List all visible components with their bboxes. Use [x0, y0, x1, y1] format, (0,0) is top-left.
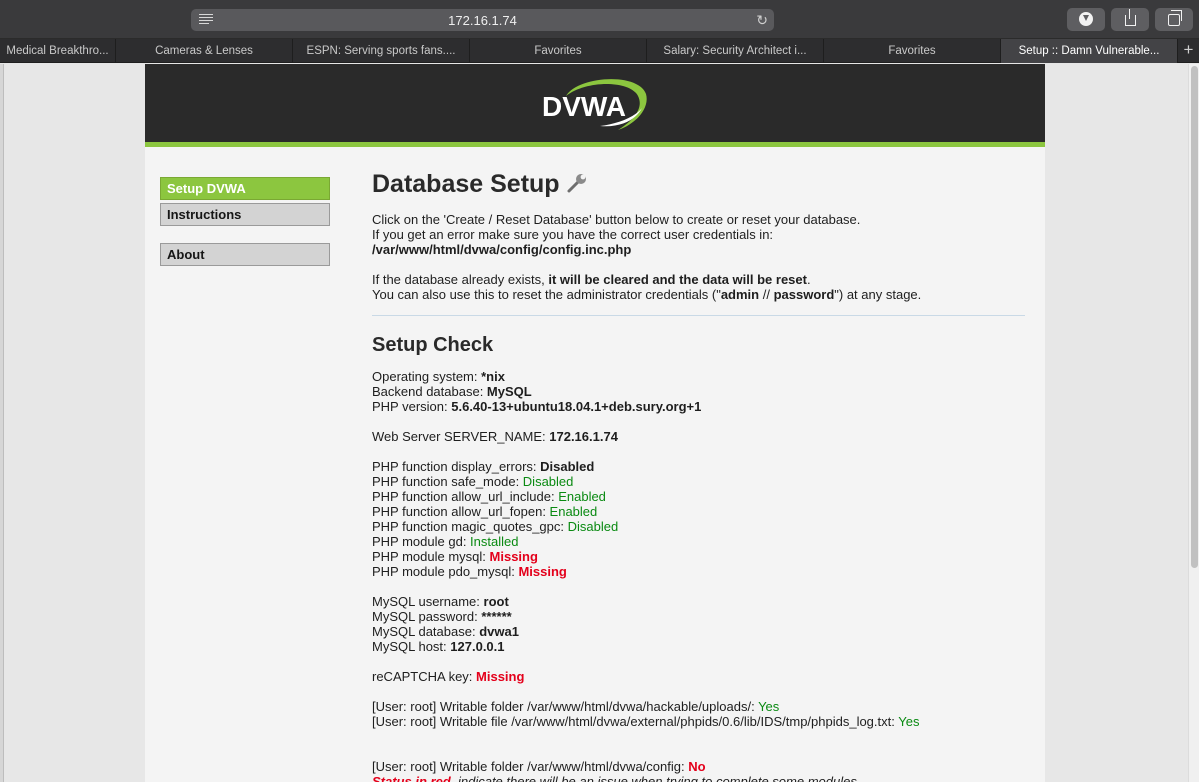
- check-display-errors: PHP function display_errors: Disabled: [372, 459, 595, 474]
- wrench-icon: [567, 174, 586, 193]
- tab-salary[interactable]: Salary: Security Architect i...: [647, 39, 824, 63]
- page-scrollbar[interactable]: [1188, 64, 1199, 782]
- check-phpids-writable: [User: root] Writable file /var/www/html…: [372, 714, 920, 729]
- check-module-gd: PHP module gd: Installed: [372, 534, 519, 549]
- share-button[interactable]: [1111, 8, 1149, 31]
- tab-favorites-1[interactable]: Favorites: [470, 39, 647, 63]
- check-safe-mode: PHP function safe_mode: Disabled: [372, 474, 574, 489]
- tab-overview-icon: [1168, 10, 1182, 26]
- check-url-include: PHP function allow_url_include: Enabled: [372, 489, 606, 504]
- menu-setup-dvwa[interactable]: Setup DVWA: [160, 177, 330, 200]
- check-mysql-password: MySQL password: ******: [372, 609, 512, 624]
- page-viewport: DVWA Setup DVWA Instructions About Datab…: [0, 64, 1199, 782]
- new-tab-button[interactable]: +: [1178, 39, 1199, 63]
- menu-about[interactable]: About: [160, 243, 330, 266]
- tab-overview-button[interactable]: [1155, 8, 1193, 31]
- download-icon: [1079, 12, 1093, 26]
- intro-text: Click on the 'Create / Reset Database' b…: [372, 212, 861, 227]
- check-url-fopen: PHP function allow_url_fopen: Enabled: [372, 504, 598, 519]
- url-text[interactable]: 172.16.1.74: [191, 13, 774, 28]
- check-server-name: Web Server SERVER_NAME: 172.16.1.74: [372, 429, 618, 444]
- main-content: Database Setup Click on the 'Create / Re…: [372, 169, 1025, 782]
- menu-instructions[interactable]: Instructions: [160, 203, 330, 226]
- site-header: DVWA: [145, 64, 1045, 147]
- check-backend-db: Backend database: MySQL: [372, 384, 532, 399]
- dvwa-container: DVWA Setup DVWA Instructions About Datab…: [145, 64, 1045, 782]
- check-php-version: PHP version: 5.6.40-13+ubuntu18.04.1+deb…: [372, 399, 702, 414]
- svg-text:DVWA: DVWA: [542, 91, 626, 122]
- download-button[interactable]: [1067, 8, 1105, 31]
- dvwa-logo: DVWA: [542, 79, 647, 130]
- check-module-mysql: PHP module mysql: Missing: [372, 549, 538, 564]
- check-uploads-writable: [User: root] Writable folder /var/www/ht…: [372, 699, 780, 714]
- check-mysql-database: MySQL database: dvwa1: [372, 624, 519, 639]
- sidebar-edge: [0, 64, 4, 782]
- setup-check-title: Setup Check: [372, 334, 494, 356]
- tab-favorites-2[interactable]: Favorites: [824, 39, 1001, 63]
- browser-toolbar: 172.16.1.74 ↻: [0, 0, 1199, 39]
- intro-error-text: If you get an error make sure you have t…: [372, 227, 774, 242]
- tab-medical[interactable]: Medical Breakthro...: [0, 39, 116, 63]
- check-magic-quotes: PHP function magic_quotes_gpc: Disabled: [372, 519, 619, 534]
- side-menu: Setup DVWA Instructions About: [160, 177, 330, 266]
- reload-icon[interactable]: ↻: [756, 12, 768, 29]
- db-exists-note: If the database already exists, it will …: [372, 272, 811, 287]
- tab-cameras[interactable]: Cameras & Lenses: [116, 39, 293, 63]
- check-module-pdo-mysql: PHP module pdo_mysql: Missing: [372, 564, 567, 579]
- config-path: /var/www/html/dvwa/config/config.inc.php: [372, 242, 632, 257]
- tab-espn[interactable]: ESPN: Serving sports fans....: [293, 39, 470, 63]
- check-config-writable: [User: root] Writable folder /var/www/ht…: [372, 759, 706, 774]
- tab-dvwa-setup[interactable]: Setup :: Damn Vulnerable...: [1001, 39, 1178, 63]
- check-mysql-host: MySQL host: 127.0.0.1: [372, 639, 505, 654]
- check-recaptcha: reCAPTCHA key: Missing: [372, 669, 525, 684]
- check-mysql-username: MySQL username: root: [372, 594, 509, 609]
- share-icon: [1124, 9, 1136, 26]
- address-bar[interactable]: 172.16.1.74 ↻: [191, 9, 774, 31]
- divider: [372, 315, 1025, 316]
- status-note: Status in red, indicate there will be an…: [372, 774, 861, 782]
- check-os: Operating system: *nix: [372, 369, 505, 384]
- page-title: Database Setup: [372, 169, 1025, 199]
- scrollbar-thumb[interactable]: [1191, 66, 1198, 568]
- tab-bar: Medical Breakthro... Cameras & Lenses ES…: [0, 39, 1199, 63]
- reset-credentials-note: You can also use this to reset the admin…: [372, 287, 922, 302]
